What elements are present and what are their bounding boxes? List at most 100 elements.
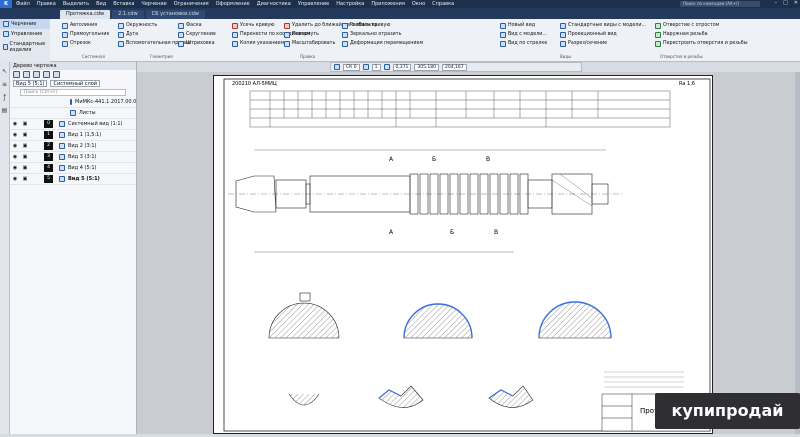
eye-icon[interactable]: ◉ [10, 121, 20, 127]
tree-view-5[interactable]: ◉ ▣ 5 Вид 5 (5:1) [10, 174, 136, 185]
eye-icon[interactable]: ◉ [10, 143, 20, 149]
minimize-icon[interactable]: – [775, 0, 778, 6]
view-name: Системный вид (1:1) [68, 121, 123, 127]
menu-select[interactable]: Выделить [63, 1, 89, 7]
export-icon[interactable] [53, 71, 60, 78]
menu-view[interactable]: Вид [96, 1, 106, 7]
tree-icon[interactable]: ≡ [0, 81, 9, 88]
vertical-scrollbar[interactable] [795, 72, 800, 434]
eye-icon[interactable]: ◉ [10, 154, 20, 160]
eye-icon[interactable]: ◉ [10, 132, 20, 138]
standard-views-icon [560, 22, 566, 29]
broach-main-view [228, 149, 624, 253]
menu-apps[interactable]: Приложения [371, 1, 405, 7]
ribbon-col-8: Стандартные виды с модели... Проекционны… [560, 21, 646, 48]
layers-view-icon[interactable] [33, 71, 40, 78]
tab-2-1[interactable]: 2.1.cdw [112, 10, 144, 19]
maximize-icon[interactable]: □ [783, 0, 788, 6]
zoom-value[interactable]: 0,371 [392, 63, 412, 71]
image-icon[interactable] [43, 71, 50, 78]
menu-manage[interactable]: Управление [298, 1, 329, 7]
menu-insert[interactable]: Вставка [113, 1, 134, 7]
tree-view-1[interactable]: ◉ ▣ 1 Вид 1 (1,5:1) [10, 130, 136, 141]
split-label: Разбить кривую [350, 23, 391, 28]
mirror-button[interactable]: Зеркально отразить [342, 30, 423, 39]
autoline-button[interactable]: Автолиния [62, 21, 109, 30]
section-holes-label: Отверстия и резьбы [660, 54, 703, 59]
view-name: Вид 1 (1,5:1) [68, 132, 102, 138]
mode-manage[interactable]: Управление [0, 29, 50, 39]
thread-button[interactable]: Наружная резьба [655, 30, 748, 39]
app-logo: K [0, 0, 12, 8]
view-layer-row: Вид 5 (5:1) Системный слой [10, 79, 136, 88]
menu-settings[interactable]: Настройка [336, 1, 364, 7]
chamfer-button[interactable]: Фаска [178, 21, 216, 30]
tree-search-input[interactable]: Поиск (Ctrl+F) [20, 89, 126, 96]
tree-view-2[interactable]: ◉ ▣ 2 Вид 2 (3:1) [10, 141, 136, 152]
tree-view-3[interactable]: ◉ ▣ 3 Вид 3 (3:1) [10, 152, 136, 163]
segment-button[interactable]: Отрезок [62, 39, 109, 48]
mode-drawing[interactable]: Черчение [0, 19, 50, 29]
mirror-label: Зеркально отразить [350, 32, 402, 37]
view-icon [59, 176, 65, 182]
layer-select[interactable]: Системный слой [50, 80, 101, 87]
lock-icon[interactable]: ▣ [20, 143, 30, 149]
tab-protyazhka[interactable]: Протяжка.cdw [60, 10, 111, 19]
mode-standard-parts[interactable]: Стандартные изделия [0, 39, 50, 55]
menu-help[interactable]: Справка [432, 1, 454, 7]
menu-diagnostics[interactable]: Диагностика [257, 1, 291, 7]
line-style-icon[interactable] [334, 64, 340, 70]
tree-sheets[interactable]: Листы [10, 108, 136, 119]
menu-constraints[interactable]: Ограничения [174, 1, 209, 7]
view-select[interactable]: Вид 5 (5:1) [13, 80, 48, 87]
menu-window[interactable]: Окно [412, 1, 425, 7]
tree-view-0[interactable]: ◉ ▣ 0 Системный вид (1:1) [10, 119, 136, 130]
view-icon [59, 121, 65, 127]
eye-icon[interactable]: ◉ [10, 165, 20, 171]
tree-view-4[interactable]: ◉ ▣ 4 Вид 4 (5:1) [10, 163, 136, 174]
tab-sb-ustanovki[interactable]: СБ установки.cdw [145, 10, 206, 19]
arrow-view-button[interactable]: Вид по стрелке [500, 39, 547, 48]
menu-design[interactable]: Оформление [216, 1, 250, 7]
lock-icon[interactable]: ▣ [20, 176, 30, 182]
fillet-button[interactable]: Скругление [178, 30, 216, 39]
layer-number[interactable]: 1 [371, 63, 381, 71]
rectangle-button[interactable]: Прямоугольник [62, 30, 109, 39]
lock-icon[interactable]: ▣ [20, 165, 30, 171]
eye-icon[interactable]: ◉ [10, 176, 20, 182]
technical-notes [604, 371, 684, 388]
formula-icon[interactable]: ƒ [0, 94, 9, 101]
menu-file[interactable]: Файл [16, 1, 30, 7]
standard-views-button[interactable]: Стандартные виды с модели... [560, 21, 646, 30]
lock-icon[interactable]: ▣ [20, 154, 30, 160]
split-curve-button[interactable]: Разбить кривую [342, 21, 423, 30]
tree-root[interactable]: МиМКс-441.1.2017.00.01 [10, 97, 140, 108]
hole-button[interactable]: Отверстие с отростом [655, 21, 748, 30]
layer-icon[interactable] [362, 64, 369, 70]
filter-icon[interactable] [23, 71, 30, 78]
arc-label: Дуга [126, 32, 139, 37]
new-view-button[interactable]: Новый вид [500, 21, 547, 30]
lock-icon[interactable]: ▣ [20, 132, 30, 138]
hatch-button[interactable]: Штриховка [178, 39, 216, 48]
layers-icon[interactable]: ▤ [0, 107, 9, 114]
close-icon[interactable]: ✕ [794, 0, 798, 6]
view-number: 4 [44, 164, 53, 172]
style-select[interactable]: СК 0 [343, 63, 360, 71]
zoom-icon[interactable] [383, 64, 390, 70]
deform-button[interactable]: Деформация перемещением [342, 39, 423, 48]
mode-drawing-label: Черчение [11, 21, 37, 27]
tree-view-icon[interactable] [13, 71, 20, 78]
menu-edit[interactable]: Правка [37, 1, 56, 7]
rectangle-icon [62, 31, 68, 38]
projection-view-button[interactable]: Проекционный вид [560, 30, 646, 39]
rebuild-holes-button[interactable]: Перестроить отверстия и резьбы [655, 39, 748, 48]
lock-icon[interactable]: ▣ [20, 121, 30, 127]
cursor-icon[interactable]: ↖ [0, 68, 9, 75]
mode-manage-label: Управление [11, 31, 43, 37]
command-search[interactable]: Поиск по командам (Alt+/) [680, 1, 760, 7]
panel-title: Дерево чертежа [10, 62, 136, 70]
view-from-model-button[interactable]: Вид с модели... [500, 30, 547, 39]
section-button[interactable]: Разрез/сечение [560, 39, 646, 48]
menu-drawing[interactable]: Черчение [141, 1, 166, 7]
